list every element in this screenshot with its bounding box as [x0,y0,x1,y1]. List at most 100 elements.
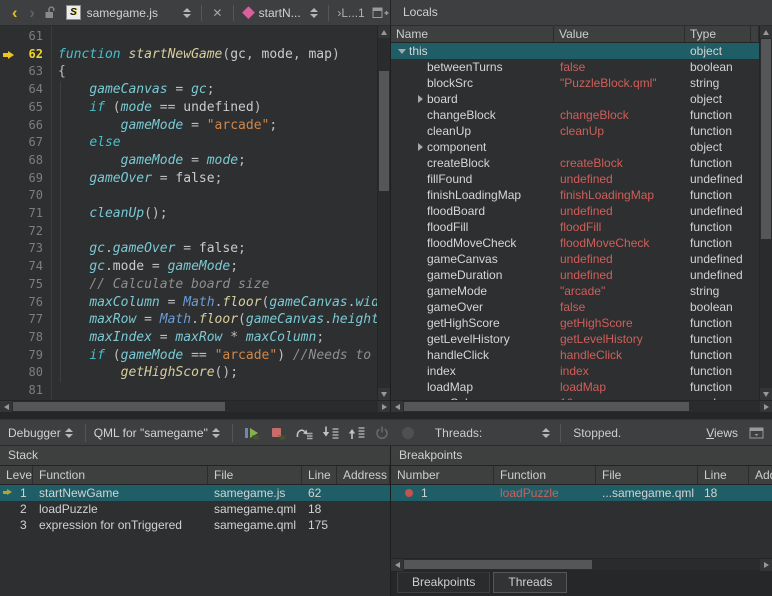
locals-row[interactable]: gameOverfalseboolean [391,299,759,315]
expand-icon[interactable] [413,143,427,151]
locals-row[interactable]: thisobject [391,43,759,59]
line-number[interactable]: 71 [0,205,51,223]
symbol-selector[interactable]: startN... [259,6,323,20]
stack-body[interactable]: 1startNewGamesamegame.js622loadPuzzlesam… [0,485,390,533]
locals-row[interactable]: changeBlockchangeBlockfunction [391,107,759,123]
line-number[interactable]: 69 [0,170,51,188]
code-line[interactable]: if (gameMode == "arcade") //Needs to [58,347,377,365]
locals-row[interactable]: indexindexfunction [391,363,759,379]
stack-header[interactable]: Level Function File Line Address [0,466,390,485]
scroll-right-icon[interactable] [378,401,390,412]
views-menu-icon[interactable] [746,423,766,443]
stack-row[interactable]: 1startNewGamesamegame.js62 [0,485,390,501]
code-line[interactable]: function startNewGame(gc, mode, map) [58,46,377,64]
abort-debug-power-icon[interactable] [370,422,394,444]
locals-row[interactable]: getHighScoregetHighScorefunction [391,315,759,331]
continue-debug-button[interactable] [240,422,264,444]
locals-row[interactable]: floodBoardundefinedundefined [391,203,759,219]
scroll-left-icon[interactable] [391,401,403,412]
code-line[interactable] [58,382,377,400]
scrollbar-thumb[interactable] [404,402,689,411]
code-line[interactable]: else [58,134,377,152]
column-header-line[interactable]: Line [698,466,749,484]
locals-row[interactable]: gameDurationundefinedundefined [391,267,759,283]
scroll-left-icon[interactable] [0,401,12,412]
step-out-button[interactable] [344,422,368,444]
line-number[interactable]: 70 [0,187,51,205]
locals-row[interactable]: gameMode"arcade"string [391,283,759,299]
code-line[interactable]: { [58,63,377,81]
editor-gutter[interactable]: 6162636465666768697071727374757677787980… [0,26,52,400]
scroll-down-icon[interactable] [760,388,772,400]
code-line[interactable]: gc.gameOver = false; [58,240,377,258]
line-number[interactable]: 74 [0,258,51,276]
scroll-right-icon[interactable] [760,401,772,412]
line-number[interactable]: 81 [0,382,51,400]
code-line[interactable]: maxRow = Math.floor(gameCanvas.height [58,311,377,329]
debugger-selector[interactable]: Debugger [8,426,77,440]
line-number[interactable]: 61 [0,28,51,46]
code-line[interactable]: gameMode = "arcade"; [58,117,377,135]
scrollbar-thumb[interactable] [404,560,592,569]
code-line[interactable]: maxIndex = maxRow * maxColumn; [58,329,377,347]
locals-row[interactable]: cleanUpcleanUpfunction [391,123,759,139]
locals-header[interactable]: Name Value Type [391,26,759,43]
line-number[interactable]: 65 [0,99,51,117]
code-line[interactable] [58,28,377,46]
line-number[interactable]: 76 [0,294,51,312]
column-header-line[interactable]: Line [302,466,337,484]
locals-row[interactable]: gameCanvasundefinedundefined [391,251,759,267]
code-line[interactable] [58,187,377,205]
step-into-button[interactable] [318,422,342,444]
back-button[interactable]: ‹ [6,3,23,23]
line-number[interactable]: 66 [0,117,51,135]
scroll-up-icon[interactable] [760,26,772,38]
line-number[interactable]: 62 [0,46,51,64]
code-view[interactable]: 6162636465666768697071727374757677787980… [0,26,377,400]
interrupt-debug-button[interactable] [266,422,290,444]
editor-horizontal-scrollbar[interactable] [0,400,390,412]
tab-threads[interactable]: Threads [493,572,567,593]
line-number[interactable]: 73 [0,240,51,258]
editor-code[interactable]: function startNewGame(gc, mode, map){ ga… [52,26,377,400]
code-line[interactable]: cleanUp(); [58,205,377,223]
column-header-function[interactable]: Function [33,466,208,484]
locals-body[interactable]: thisobjectbetweenTurnsfalsebooleanblockS… [391,43,759,400]
column-header-level[interactable]: Level [0,466,33,484]
line-number[interactable]: 72 [0,223,51,241]
expand-icon[interactable] [413,95,427,103]
breakpoint-row[interactable]: 1loadPuzzle...samegame.qml18 [391,485,772,501]
scroll-down-icon[interactable] [378,388,390,400]
tab-breakpoints[interactable]: Breakpoints [397,572,490,593]
forward-button[interactable]: › [23,3,40,23]
step-over-button[interactable] [292,422,316,444]
collapse-icon[interactable] [395,49,409,54]
code-line[interactable]: gameCanvas = gc; [58,81,377,99]
column-header-file[interactable]: File [596,466,698,484]
code-line[interactable] [58,223,377,241]
line-number[interactable]: 68 [0,152,51,170]
line-number[interactable]: 77 [0,311,51,329]
locals-horizontal-scrollbar[interactable] [391,400,772,412]
engine-selector[interactable]: QML for "samegame" [94,426,224,440]
stack-row[interactable]: 3expression for onTriggeredsamegame.qml1… [0,517,390,533]
scrollbar-thumb[interactable] [761,39,771,239]
line-number[interactable]: 63 [0,63,51,81]
line-number[interactable]: 78 [0,329,51,347]
column-header-type[interactable]: Type [685,26,751,42]
locals-row[interactable]: blockSrc"PuzzleBlock.qml"string [391,75,759,91]
column-header-function[interactable]: Function [494,466,596,484]
code-line[interactable]: if (mode == undefined) [58,99,377,117]
code-line[interactable]: maxColumn = Math.floor(gameCanvas.width [58,294,377,312]
views-button[interactable]: Views [706,426,738,440]
column-header-file[interactable]: File [208,466,302,484]
scrollbar-thumb[interactable] [13,402,225,411]
breakpoints-body[interactable]: 1loadPuzzle...samegame.qml18 [391,485,772,501]
column-header-number[interactable]: Number [391,466,494,484]
line-number[interactable]: 64 [0,81,51,99]
breakpoints-header[interactable]: Number Function File Line Address [391,466,772,485]
line-number[interactable]: 79 [0,347,51,365]
column-header-address[interactable]: Address [749,466,772,484]
record-icon[interactable] [396,422,420,444]
locals-row[interactable]: loadMaploadMapfunction [391,379,759,395]
